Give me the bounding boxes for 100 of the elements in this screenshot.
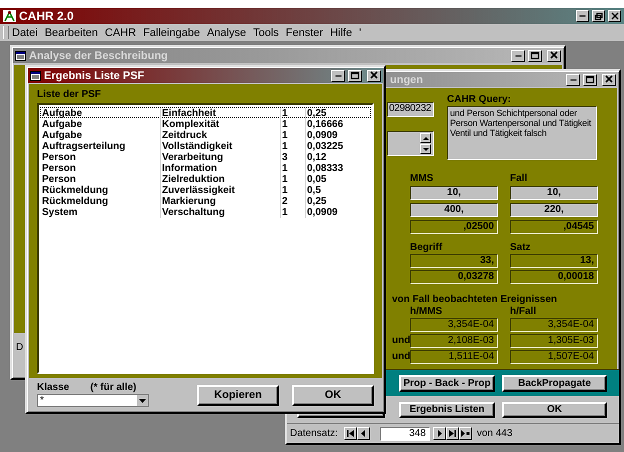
- dialog-button[interactable]: Kopieren: [197, 384, 279, 406]
- close-button[interactable]: [602, 74, 616, 86]
- list-cell: Verarbeitung: [160, 152, 280, 163]
- close-button[interactable]: [367, 70, 381, 82]
- list-cell: 1: [280, 130, 305, 141]
- maximize-icon: [350, 71, 360, 80]
- dialog-button[interactable]: OK: [292, 384, 374, 406]
- list-cell: 2: [280, 196, 305, 207]
- dialog-button[interactable]: Ergebnis Listen: [399, 402, 495, 418]
- list-box[interactable]: [37, 103, 374, 374]
- list-cell: 1: [280, 108, 305, 119]
- minimize-button[interactable]: [511, 50, 525, 62]
- restore-button[interactable]: [592, 10, 605, 22]
- list-row[interactable]: Person Information 1 0,08333: [40, 162, 371, 173]
- menu-item[interactable]: ': [359, 26, 362, 38]
- close-button[interactable]: [608, 10, 621, 22]
- action-button[interactable]: Prop - Back - Prop: [399, 374, 495, 392]
- list-row[interactable]: Rückmeldung Markierung 2 0,25: [40, 195, 371, 206]
- class-dropdown[interactable]: *: [37, 394, 149, 407]
- column-label: Satz: [510, 244, 532, 252]
- list-cell: Zielreduktion: [160, 174, 280, 185]
- last-record-icon: [448, 430, 457, 437]
- minimize-icon: [579, 15, 586, 17]
- list-cell: 0,05: [305, 174, 370, 185]
- record-label: D: [16, 342, 24, 353]
- maximize-button[interactable]: [583, 74, 597, 86]
- value-field: ,04545: [510, 220, 598, 234]
- list-cell: Markierung: [160, 196, 280, 207]
- list-cell: 0,16666: [305, 119, 370, 130]
- field-label: Klasse: [37, 383, 70, 393]
- list-cell: Zuverlässigkeit: [160, 185, 280, 196]
- list-cell-text: Person: [41, 163, 77, 174]
- menu-item[interactable]: Analyse: [206, 26, 246, 38]
- first-record-button[interactable]: [344, 427, 357, 440]
- record-count: von 443: [476, 428, 512, 439]
- field-hint: (* für alle): [90, 383, 136, 393]
- spinner-field[interactable]: [387, 131, 434, 156]
- spin-down-button[interactable]: [420, 144, 431, 154]
- list-cell: 0,25: [305, 196, 370, 207]
- list-cell: 0,5: [305, 185, 370, 196]
- list-cell: 1: [280, 185, 305, 196]
- list-cell: 3: [280, 152, 305, 163]
- maximize-button[interactable]: [348, 70, 362, 82]
- section-heading: von Fall beobachteten Ereignissen: [392, 295, 558, 305]
- menu-item[interactable]: CAHR: [104, 26, 136, 38]
- last-record-button[interactable]: [446, 427, 459, 440]
- list-row[interactable]: Aufgabe Zeitdruck 1 0,0909: [40, 129, 371, 140]
- list-cell: 1: [280, 207, 305, 218]
- menu-item[interactable]: Datei: [12, 26, 38, 38]
- minimize-button[interactable]: [576, 10, 589, 22]
- menu-item[interactable]: Falleingabe: [143, 26, 200, 38]
- window-icon: [15, 50, 26, 60]
- dialog-button[interactable]: OK: [502, 402, 607, 418]
- list-row[interactable]: Aufgabe Einfachheit 1 0,25: [40, 107, 371, 118]
- minimize-button[interactable]: [566, 74, 580, 86]
- app-title: CAHR 2.0: [19, 9, 74, 23]
- list-cell-text: Rückmeldung: [41, 185, 110, 196]
- query-field[interactable]: und Person Schichtpersonal oder Person Wartenpersonal und Tätigkeit Ventil und Tätigkeit falsch: [447, 106, 597, 160]
- minimize-button[interactable]: [331, 70, 345, 82]
- record-label: Datensatz:: [290, 428, 338, 439]
- list-cell: 1: [280, 163, 305, 174]
- record-number-field[interactable]: 348: [380, 426, 430, 440]
- list-cell: 1: [280, 119, 305, 130]
- menu-item[interactable]: Bearbeiten: [44, 26, 98, 38]
- value-field: 13,: [510, 254, 598, 268]
- value-field: 3,354E-04: [410, 318, 498, 332]
- list-row[interactable]: Aufgabe Komplexität 1 0,16666: [40, 118, 371, 129]
- list-row[interactable]: Rückmeldung Zuverlässigkeit 1 0,5: [40, 184, 371, 195]
- restore-icon: [594, 12, 604, 20]
- menu-item[interactable]: Tools: [253, 26, 279, 38]
- list-cell: 1: [280, 141, 305, 152]
- list-cell-text: Person: [41, 174, 77, 185]
- menu-item[interactable]: Fenster: [286, 26, 324, 38]
- value-field: 1,511E-04: [410, 350, 498, 364]
- close-icon: [549, 51, 559, 60]
- list-cell: 0,0909: [305, 207, 370, 218]
- up-arrow-icon: [422, 134, 430, 142]
- window-title: Ergebnis Liste PSF: [44, 70, 144, 82]
- value-field: 10,: [510, 186, 598, 200]
- list-cell: 0,08333: [305, 163, 370, 174]
- maximize-button[interactable]: [528, 50, 542, 62]
- new-record-button[interactable]: [458, 427, 472, 440]
- menu-item[interactable]: Hilfe: [330, 26, 352, 38]
- value-field: 10,: [410, 186, 498, 200]
- list-row[interactable]: Person Verarbeitung 3 0,12: [40, 151, 371, 162]
- value-field: 0,03278: [410, 270, 498, 284]
- spin-up-button[interactable]: [420, 133, 431, 143]
- close-button[interactable]: [547, 50, 561, 62]
- column-label: MMS: [410, 175, 434, 183]
- maximize-icon: [530, 51, 540, 60]
- list-cell: Zeitdruck: [160, 130, 280, 141]
- list-row[interactable]: Person Zielreduktion 1 0,05: [40, 173, 371, 184]
- field-label: CAHR Query:: [447, 95, 512, 105]
- list-row[interactable]: System Verschaltung 1 0,0909: [40, 206, 371, 217]
- list-cell: Verschaltung: [160, 207, 280, 218]
- list-row[interactable]: Auftragserteilung Vollständigkeit 1 0,03225: [40, 140, 371, 151]
- action-button[interactable]: BackPropagate: [502, 374, 607, 392]
- previous-record-button[interactable]: [356, 427, 370, 440]
- column-label: Begriff: [410, 244, 444, 252]
- next-record-button[interactable]: [432, 427, 446, 440]
